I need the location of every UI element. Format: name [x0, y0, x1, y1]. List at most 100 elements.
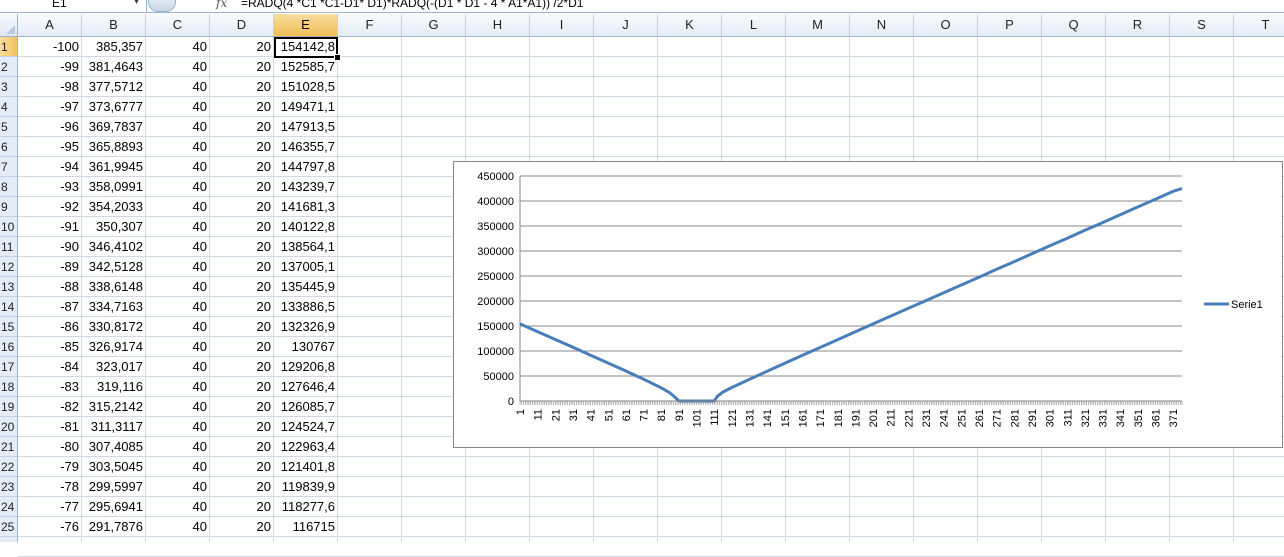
cell-b1[interactable]: 385,357 [82, 37, 146, 57]
cell-b2[interactable]: 381,4643 [82, 57, 146, 77]
cell-e9[interactable]: 141681,3 [274, 197, 338, 217]
cell-a18[interactable]: -83 [18, 377, 82, 397]
cell-b3[interactable]: 377,5712 [82, 77, 146, 97]
cell-d21[interactable]: 20 [210, 437, 274, 457]
cell-d14[interactable]: 20 [210, 297, 274, 317]
cell-d15[interactable]: 20 [210, 317, 274, 337]
cell-d19[interactable]: 20 [210, 397, 274, 417]
row-header-1[interactable]: 1 [0, 37, 17, 57]
formula-bar-expand-button[interactable] [148, 0, 176, 12]
row-header-19[interactable]: 19 [0, 397, 17, 417]
cell-e16[interactable]: 130767 [274, 337, 338, 357]
cell-a5[interactable]: -96 [18, 117, 82, 137]
row-header-7[interactable]: 7 [0, 157, 17, 177]
cell-c25[interactable]: 40 [146, 517, 210, 537]
column-header-l[interactable]: L [722, 14, 786, 36]
cell-e21[interactable]: 122963,4 [274, 437, 338, 457]
cell-c2[interactable]: 40 [146, 57, 210, 77]
cell-d2[interactable]: 20 [210, 57, 274, 77]
row-header-22[interactable]: 22 [0, 457, 17, 477]
cell-a10[interactable]: -91 [18, 217, 82, 237]
row-header-13[interactable]: 13 [0, 277, 17, 297]
cell-e24[interactable]: 118277,6 [274, 497, 338, 517]
cell-a11[interactable]: -90 [18, 237, 82, 257]
cell-e2[interactable]: 152585,7 [274, 57, 338, 77]
cell-d13[interactable]: 20 [210, 277, 274, 297]
cell-d6[interactable]: 20 [210, 137, 274, 157]
column-header-b[interactable]: B [82, 14, 146, 36]
cell-c4[interactable]: 40 [146, 97, 210, 117]
row-header-2[interactable]: 2 [0, 57, 17, 77]
cell-b9[interactable]: 354,2033 [82, 197, 146, 217]
cell-c14[interactable]: 40 [146, 297, 210, 317]
cell-d5[interactable]: 20 [210, 117, 274, 137]
cell-b10[interactable]: 350,307 [82, 217, 146, 237]
cell-d18[interactable]: 20 [210, 377, 274, 397]
cell-b6[interactable]: 365,8893 [82, 137, 146, 157]
row-header-4[interactable]: 4 [0, 97, 17, 117]
row-header-25[interactable]: 25 [0, 517, 17, 537]
column-header-f[interactable]: F [338, 14, 402, 36]
column-header-g[interactable]: G [402, 14, 466, 36]
cell-b5[interactable]: 369,7837 [82, 117, 146, 137]
cell-a13[interactable]: -88 [18, 277, 82, 297]
name-box-value[interactable]: E1 [52, 0, 67, 10]
cell-b23[interactable]: 299,5997 [82, 477, 146, 497]
row-header-10[interactable]: 10 [0, 217, 17, 237]
cell-c16[interactable]: 40 [146, 337, 210, 357]
cell-c6[interactable]: 40 [146, 137, 210, 157]
cell-b14[interactable]: 334,7163 [82, 297, 146, 317]
cell-d25[interactable]: 20 [210, 517, 274, 537]
cell-e1[interactable]: 154142,8 [274, 37, 338, 57]
column-header-p[interactable]: P [978, 14, 1042, 36]
cell-b17[interactable]: 323,017 [82, 357, 146, 377]
cell-a3[interactable]: -98 [18, 77, 82, 97]
row-header-14[interactable]: 14 [0, 297, 17, 317]
cell-a2[interactable]: -99 [18, 57, 82, 77]
cell-c5[interactable]: 40 [146, 117, 210, 137]
cell-e19[interactable]: 126085,7 [274, 397, 338, 417]
cell-b11[interactable]: 346,4102 [82, 237, 146, 257]
cell-d16[interactable]: 20 [210, 337, 274, 357]
column-header-j[interactable]: J [594, 14, 658, 36]
cell-a19[interactable]: -82 [18, 397, 82, 417]
cell-c11[interactable]: 40 [146, 237, 210, 257]
cell-a22[interactable]: -79 [18, 457, 82, 477]
cell-b18[interactable]: 319,116 [82, 377, 146, 397]
cell-e15[interactable]: 132326,9 [274, 317, 338, 337]
column-header-k[interactable]: K [658, 14, 722, 36]
column-header-q[interactable]: Q [1042, 14, 1106, 36]
cell-d24[interactable]: 20 [210, 497, 274, 517]
cell-c17[interactable]: 40 [146, 357, 210, 377]
cell-e8[interactable]: 143239,7 [274, 177, 338, 197]
cell-e11[interactable]: 138564,1 [274, 237, 338, 257]
cell-a7[interactable]: -94 [18, 157, 82, 177]
chevron-down-icon[interactable]: ▾ [134, 0, 139, 7]
row-header-8[interactable]: 8 [0, 177, 17, 197]
cell-c21[interactable]: 40 [146, 437, 210, 457]
cell-c9[interactable]: 40 [146, 197, 210, 217]
cell-e14[interactable]: 133886,5 [274, 297, 338, 317]
cell-b20[interactable]: 311,3117 [82, 417, 146, 437]
row-header-18[interactable]: 18 [0, 377, 17, 397]
cell-d22[interactable]: 20 [210, 457, 274, 477]
insert-function-icon[interactable]: fx [216, 0, 227, 10]
cell-b4[interactable]: 373,6777 [82, 97, 146, 117]
row-header-16[interactable]: 16 [0, 337, 17, 357]
cell-b15[interactable]: 330,8172 [82, 317, 146, 337]
cell-c1[interactable]: 40 [146, 37, 210, 57]
column-header-d[interactable]: D [210, 14, 274, 36]
line-chart[interactable]: 450000 400000 350000 300000 250000 200000 1500… [453, 161, 1283, 448]
cell-a14[interactable]: -87 [18, 297, 82, 317]
column-header-r[interactable]: R [1106, 14, 1170, 36]
cell-a6[interactable]: -95 [18, 137, 82, 157]
cell-d8[interactable]: 20 [210, 177, 274, 197]
cell-a9[interactable]: -92 [18, 197, 82, 217]
cell-d9[interactable]: 20 [210, 197, 274, 217]
cell-a21[interactable]: -80 [18, 437, 82, 457]
cell-a16[interactable]: -85 [18, 337, 82, 357]
column-header-m[interactable]: M [786, 14, 850, 36]
row-header-12[interactable]: 12 [0, 257, 17, 277]
cell-a17[interactable]: -84 [18, 357, 82, 377]
cell-c12[interactable]: 40 [146, 257, 210, 277]
